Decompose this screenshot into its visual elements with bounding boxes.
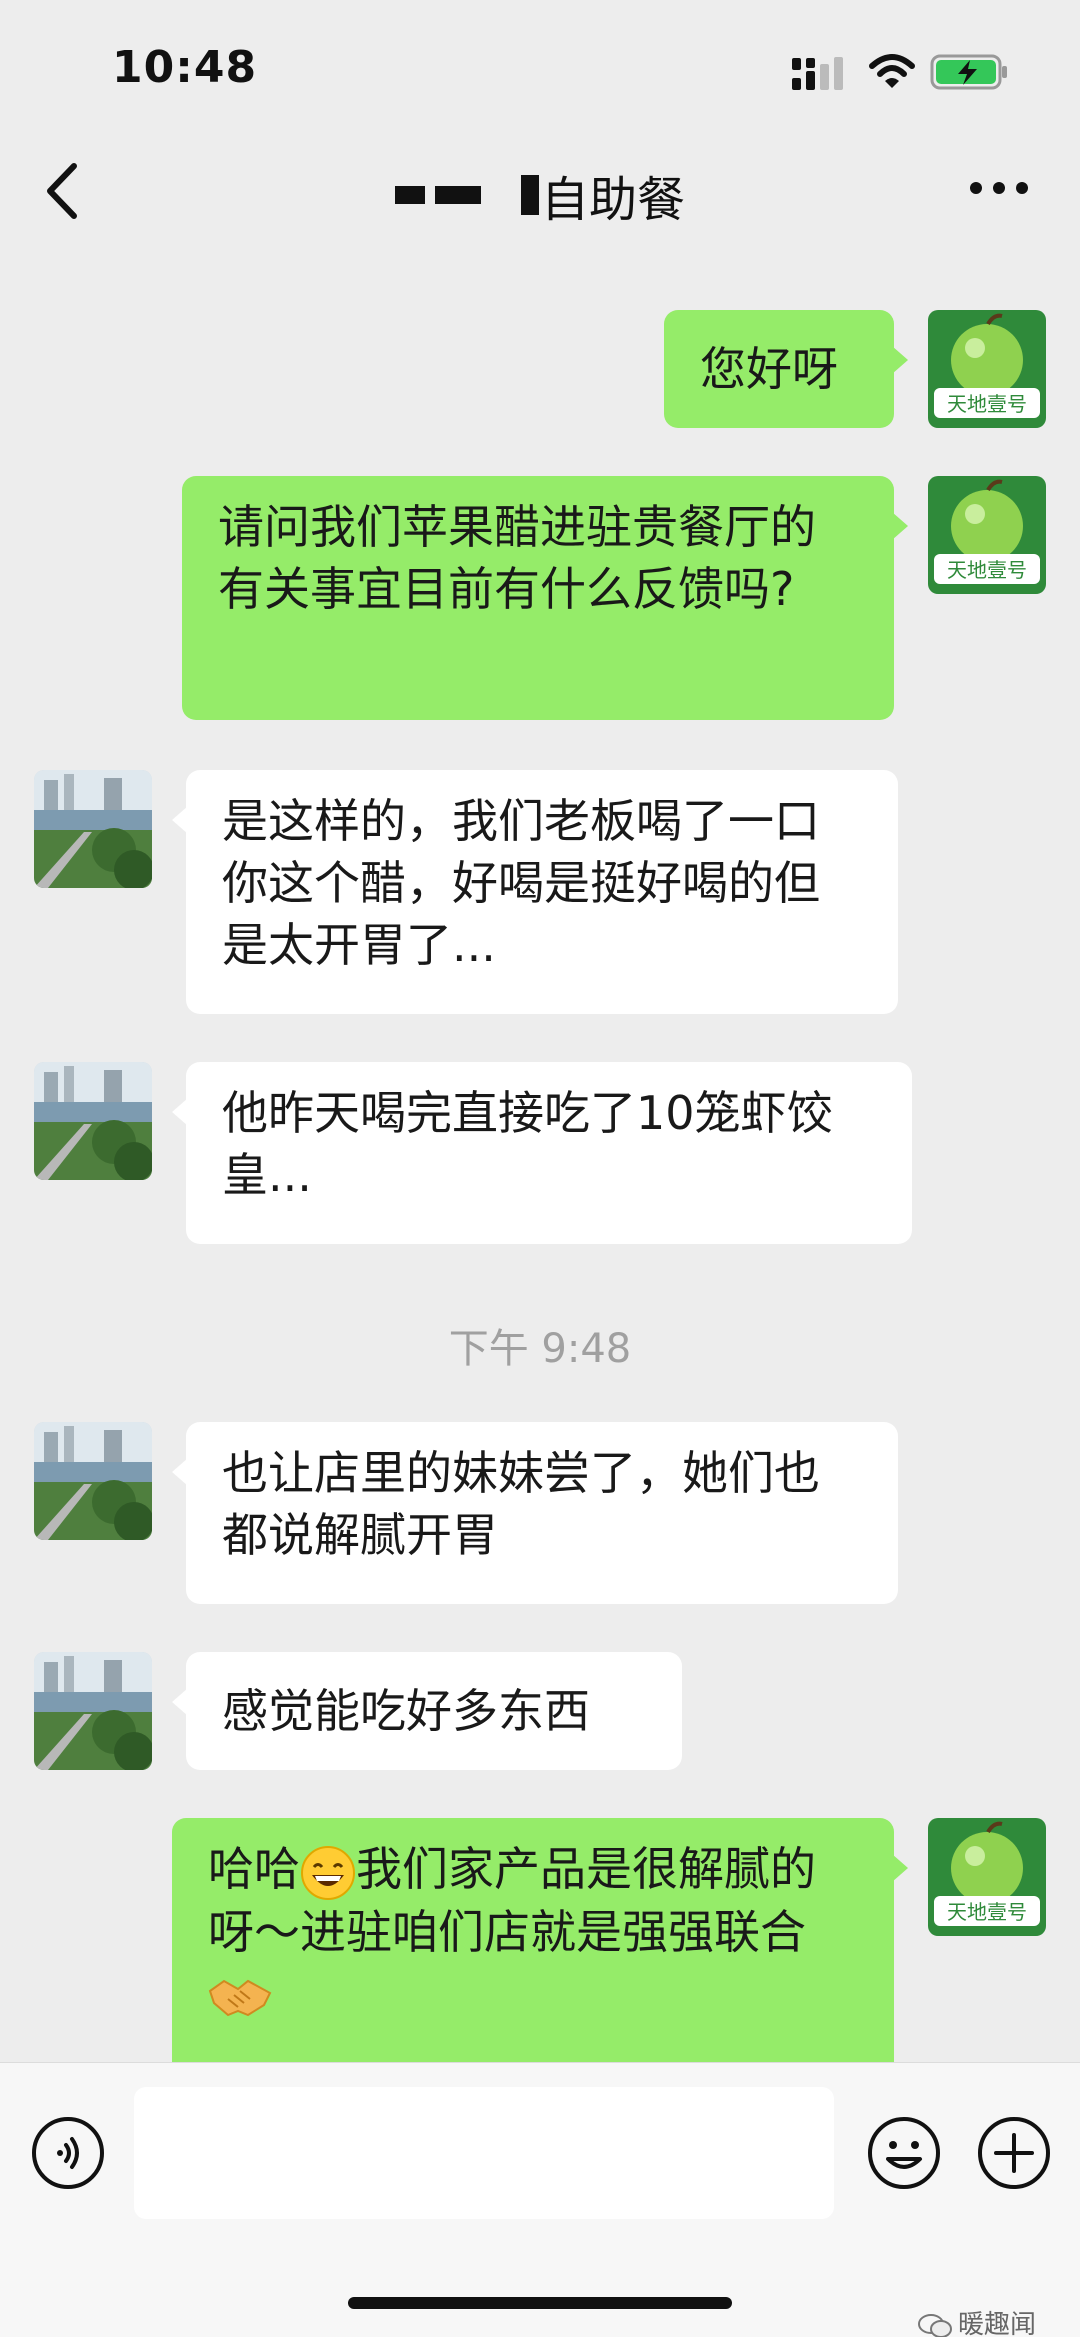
contact-avatar[interactable] bbox=[34, 770, 152, 888]
plus-icon[interactable] bbox=[976, 2115, 1052, 2191]
redaction-mark bbox=[434, 186, 481, 204]
apple-avatar-icon: 天地壹号 bbox=[928, 476, 1046, 594]
chat-title: 自助餐 bbox=[540, 172, 685, 228]
watermark-text: 暖趣闻 bbox=[958, 2310, 1037, 2337]
avatar-brand-text: 天地壹号 bbox=[947, 392, 1027, 416]
input-bar bbox=[0, 2062, 1080, 2337]
home-indicator bbox=[348, 2297, 732, 2309]
message-bubble[interactable]: 感觉能吃好多东西 bbox=[172, 1652, 682, 1770]
emoji-icon[interactable] bbox=[866, 2115, 942, 2191]
redaction-mark bbox=[394, 186, 425, 204]
message-timestamp: 下午 9:48 bbox=[448, 1326, 632, 1372]
chat-title-area: 自助餐 bbox=[0, 160, 1080, 228]
wechat-logo-icon bbox=[918, 2313, 952, 2337]
city-photo-avatar-icon bbox=[34, 1422, 152, 1540]
message-input[interactable] bbox=[134, 2087, 834, 2219]
status-time: 10:48 bbox=[112, 42, 258, 93]
status-bar: 10:48 bbox=[0, 0, 1080, 140]
message-text: 哈哈 bbox=[208, 1842, 300, 1896]
my-avatar[interactable]: 天地壹号 bbox=[928, 310, 1046, 428]
voice-icon[interactable] bbox=[30, 2115, 106, 2191]
watermark: 暖趣闻 bbox=[918, 2304, 1036, 2337]
my-avatar[interactable]: 天地壹号 bbox=[928, 476, 1046, 594]
message-bubble[interactable]: 哈哈 我们家产品是很解腻的呀～进驻咱们店就是强强联合 bbox=[172, 1818, 908, 2062]
contact-avatar[interactable] bbox=[34, 1422, 152, 1540]
handshake-emoji-icon bbox=[208, 1979, 272, 2017]
redaction-mark bbox=[520, 175, 539, 215]
chat-screen: 10:48 自助餐 天地壹号 您好呀 天地壹号 请问我们苹果醋进驻贵餐厅的有关事… bbox=[0, 0, 1080, 2337]
avatar-brand-text: 天地壹号 bbox=[947, 558, 1027, 582]
message-bubble[interactable]: 是这样的，我们老板喝了一口你这个醋，好喝是挺好喝的但是太开胃了... bbox=[172, 770, 898, 1014]
city-photo-avatar-icon bbox=[34, 1652, 152, 1770]
my-avatar[interactable]: 天地壹号 bbox=[928, 1818, 1046, 1936]
more-icon[interactable] bbox=[968, 168, 1030, 208]
contact-avatar[interactable] bbox=[34, 1652, 152, 1770]
message-bubble[interactable]: 请问我们苹果醋进驻贵餐厅的有关事宜目前有什么反馈吗? bbox=[182, 476, 908, 720]
city-photo-avatar-icon bbox=[34, 770, 152, 888]
grin-emoji-icon bbox=[301, 1845, 355, 1900]
message-bubble[interactable]: 也让店里的妹妹尝了，她们也都说解腻开胃 bbox=[172, 1422, 898, 1604]
message-bubble[interactable]: 您好呀 bbox=[664, 310, 908, 428]
apple-avatar-icon: 天地壹号 bbox=[928, 1818, 1046, 1936]
avatar-brand-text: 天地壹号 bbox=[947, 1900, 1027, 1924]
city-photo-avatar-icon bbox=[34, 1062, 152, 1180]
nav-bar: 自助餐 bbox=[0, 140, 1080, 250]
message-bubble[interactable]: 他昨天喝完直接吃了10笼虾饺皇... bbox=[172, 1062, 912, 1244]
contact-avatar[interactable] bbox=[34, 1062, 152, 1180]
battery-charging-icon bbox=[930, 54, 1007, 90]
apple-avatar-icon: 天地壹号 bbox=[928, 310, 1046, 428]
cellular-signal-icon bbox=[792, 57, 843, 90]
wifi-icon bbox=[869, 54, 915, 88]
